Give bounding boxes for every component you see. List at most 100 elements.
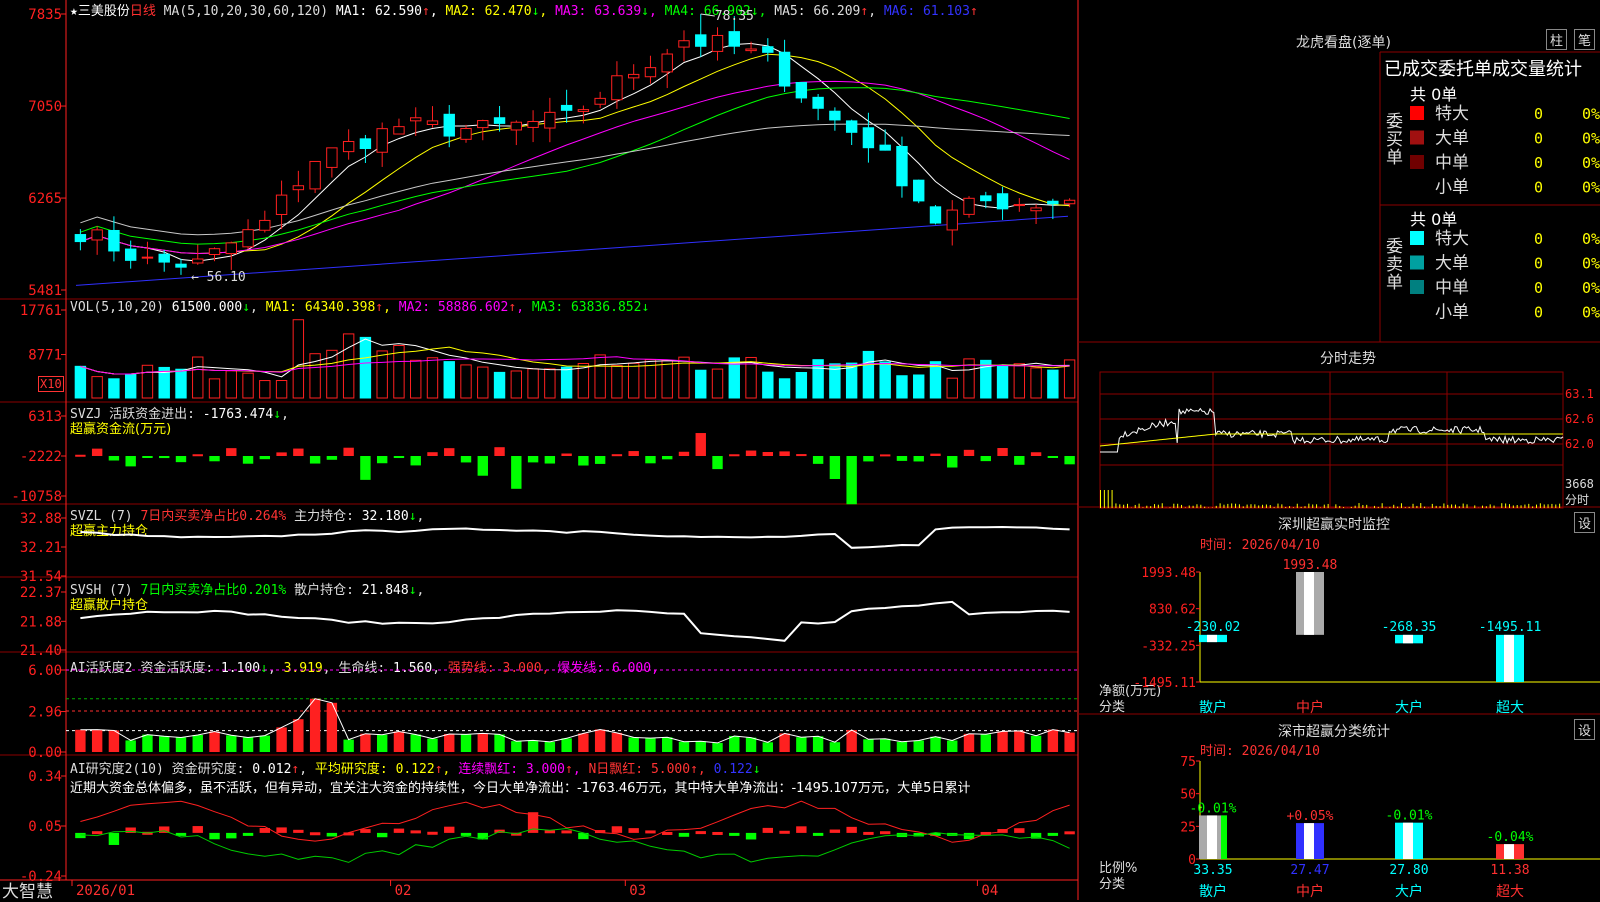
ai1-bar	[930, 737, 940, 752]
fenshi-vol-bar	[1304, 506, 1305, 508]
volume-bar	[712, 369, 722, 398]
svzj-bar	[578, 456, 588, 466]
buy-row-pct: 0%	[1582, 105, 1600, 123]
fenshi-vol-bar	[1266, 504, 1267, 508]
svzj-bar	[662, 456, 672, 459]
fenshi-vol-bar	[1127, 504, 1128, 508]
fenshi-vol-bar	[1112, 490, 1113, 508]
date-label: 04	[981, 883, 998, 899]
svzl-line	[80, 527, 1069, 548]
monitor-bar	[1199, 635, 1227, 642]
volume-bar	[75, 366, 85, 398]
fenshi-vol-bar	[1293, 507, 1294, 508]
fenshi-vol-bar	[1401, 503, 1402, 508]
ai1-bar	[528, 740, 538, 752]
ai1-bar	[360, 734, 370, 752]
fenshi-vol-bar	[1540, 503, 1541, 508]
price-ma-line	[80, 54, 1069, 253]
svzj-bar	[612, 454, 622, 456]
volume-bar	[897, 376, 907, 398]
volume-bar	[947, 378, 957, 398]
svzj-bar	[712, 456, 722, 469]
svzj-bar	[343, 448, 353, 456]
ai1-bar	[478, 733, 488, 752]
candle	[746, 49, 756, 51]
ai1-bar	[276, 727, 286, 752]
ai2-bar	[226, 833, 236, 838]
volume-bar	[293, 320, 303, 398]
fenshi-vol-bar	[1177, 504, 1178, 508]
fenshi-vol-bar	[1443, 503, 1444, 508]
candle	[628, 74, 638, 77]
candle	[142, 257, 152, 258]
volume-bar	[209, 379, 219, 398]
fenshi-vol-bar	[1108, 490, 1109, 508]
fenshi-price-line	[1100, 409, 1563, 452]
monitor-tick-label: -332.25	[1141, 639, 1196, 654]
ai1-tick-label: 0.00	[28, 745, 62, 761]
svzj-tick-label: -10758	[11, 489, 62, 505]
ai2-bar	[1048, 833, 1058, 836]
fenshi-vol-bar	[1220, 503, 1221, 508]
volume-bar	[1031, 368, 1041, 398]
classify-bar	[1296, 823, 1324, 859]
fenshi-vol-bar	[1301, 507, 1302, 508]
volume-bar	[880, 362, 890, 398]
monitor-bar-highlight	[1403, 635, 1413, 643]
ai1-bar	[377, 735, 387, 752]
fenshi-vol-bar	[1362, 505, 1363, 508]
svzj-bar	[176, 456, 186, 462]
price-tick-label: 5481	[28, 283, 62, 299]
svzj-bar	[947, 456, 957, 468]
candle	[427, 121, 437, 125]
fenshi-vol-bar	[1551, 504, 1552, 508]
fenshi-vol-bar	[1474, 505, 1475, 508]
vol-tick-label: 17761	[20, 303, 62, 319]
ai1-bar	[444, 734, 454, 752]
volume-bar	[997, 366, 1007, 398]
fenshi-vol-bar	[1231, 503, 1232, 508]
svzj-bar	[545, 456, 555, 464]
ai2-bar	[830, 830, 840, 833]
ai2-bar	[209, 833, 219, 839]
volume-bar	[612, 366, 622, 398]
candle	[545, 112, 555, 128]
svsh-tick-label: 21.40	[20, 643, 62, 659]
candle	[293, 186, 303, 190]
classify-value-label: 27.47	[1290, 863, 1329, 878]
ai2-bar	[712, 832, 722, 835]
ai2-bar	[612, 826, 622, 833]
svzj-bar	[494, 447, 504, 456]
svzj-bar	[528, 456, 538, 462]
fenshi-tick-label: 62.0	[1565, 437, 1594, 451]
fenshi-vol-bar	[1459, 506, 1460, 508]
volume-bar	[411, 360, 421, 398]
candle	[1014, 205, 1024, 206]
ai2-bar	[461, 833, 471, 836]
fenshi-vol-bar	[1146, 506, 1147, 508]
svzj-bar	[645, 456, 655, 463]
candle	[1064, 200, 1074, 203]
sell-swatch	[1410, 256, 1424, 270]
svzj-bar	[863, 456, 873, 461]
svzj-bar	[897, 456, 907, 461]
ai1-bar	[226, 735, 236, 752]
ai1-bar	[947, 741, 957, 752]
volume-bar	[561, 367, 571, 398]
candle	[260, 220, 270, 230]
svzj-tick-label: -2222	[20, 449, 62, 465]
stock-chart[interactable]: 783570506265548178.35← 56.10177618771631…	[0, 0, 1600, 900]
volume-bar	[763, 372, 773, 398]
fenshi-vol-bar	[1135, 505, 1136, 508]
ai1-bar	[746, 738, 756, 752]
classify-bar-highlight	[1304, 823, 1314, 859]
svzj-bar	[478, 456, 488, 476]
monitor-bar-highlight	[1304, 572, 1314, 635]
svzj-bar	[243, 456, 253, 464]
classify-cat-label: 超大	[1496, 884, 1524, 900]
sell-row-pct: 0%	[1582, 279, 1600, 297]
ai2-bar	[813, 833, 823, 836]
svzj-bar	[813, 456, 823, 464]
candle	[947, 210, 957, 230]
svzj-bar	[327, 456, 337, 460]
